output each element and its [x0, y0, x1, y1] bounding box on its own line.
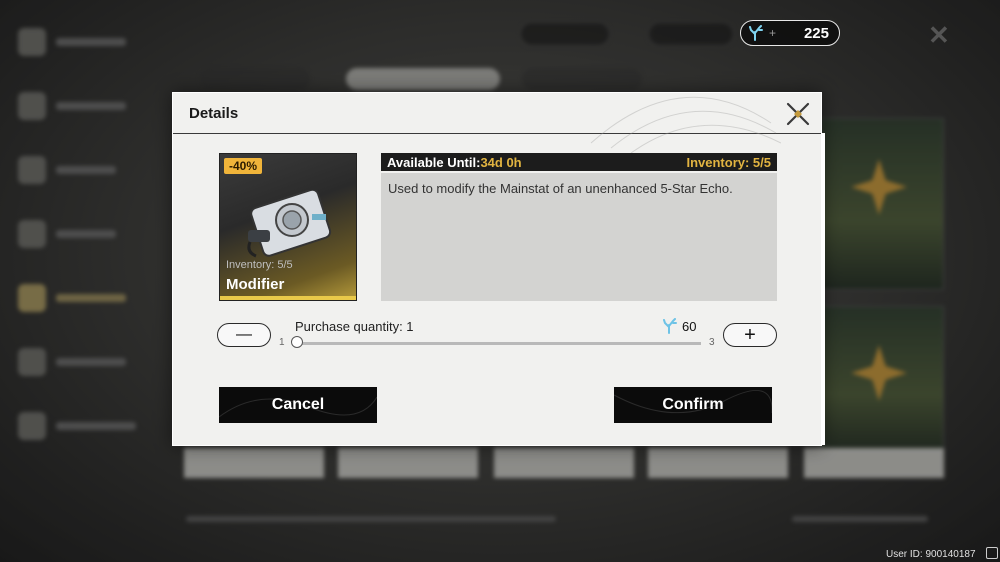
dialog-close-button[interactable]: [783, 99, 813, 129]
rarity-bar: [220, 296, 356, 300]
discount-badge: -40%: [224, 158, 263, 174]
minus-icon: —: [236, 326, 252, 343]
slider-min: 1: [279, 337, 285, 348]
increase-quantity-button[interactable]: +: [723, 323, 777, 347]
item-name: Modifier: [226, 276, 285, 293]
available-label: Available Until:: [387, 154, 481, 170]
cancel-label: Cancel: [271, 396, 325, 413]
quantity-slider-track[interactable]: [297, 342, 701, 345]
dialog-header: Details: [173, 93, 821, 153]
close-icon: [786, 102, 810, 126]
currency-plus: +: [769, 26, 777, 40]
header-decoration: [590, 96, 781, 153]
currency-chip[interactable]: + 225: [740, 20, 840, 46]
dialog-title: Details: [189, 105, 239, 122]
availability-bar: Available Until: 34d 0h Inventory: 5/5: [381, 153, 777, 171]
settings-icon[interactable]: [986, 547, 998, 559]
cost-value: 60: [682, 318, 697, 334]
purchase-quantity-label: Purchase quantity: 1: [295, 319, 414, 334]
available-value: 34d 0h: [480, 154, 522, 170]
slider-max: 3: [709, 337, 715, 348]
item-tile: -40% Inventory: 5/5 Modifier: [219, 153, 357, 301]
cancel-button[interactable]: Cancel: [219, 387, 377, 423]
confirm-label: Confirm: [662, 396, 724, 413]
shop-close-icon[interactable]: ✕: [928, 20, 950, 51]
inventory-count: Inventory: 5/5: [686, 154, 771, 170]
item-description: Used to modify the Mainstat of an unenha…: [381, 173, 777, 301]
currency-value: 225: [803, 24, 829, 42]
plus-icon: +: [744, 323, 756, 346]
dialog-edge: [822, 133, 825, 445]
confirm-button[interactable]: Confirm: [614, 387, 772, 423]
purchase-cost: 60: [663, 318, 696, 334]
details-dialog: Details -40% Inventory: 5/5 Modifier Ava…: [172, 92, 825, 446]
modifier-item-icon: [247, 190, 332, 258]
decrease-quantity-button[interactable]: —: [217, 323, 271, 347]
coral-icon: [749, 25, 763, 41]
item-inventory: Inventory: 5/5: [226, 259, 293, 271]
quantity-slider-thumb[interactable]: [291, 336, 303, 348]
coral-icon: [663, 318, 677, 334]
user-id: User ID: 900140187: [886, 549, 976, 560]
